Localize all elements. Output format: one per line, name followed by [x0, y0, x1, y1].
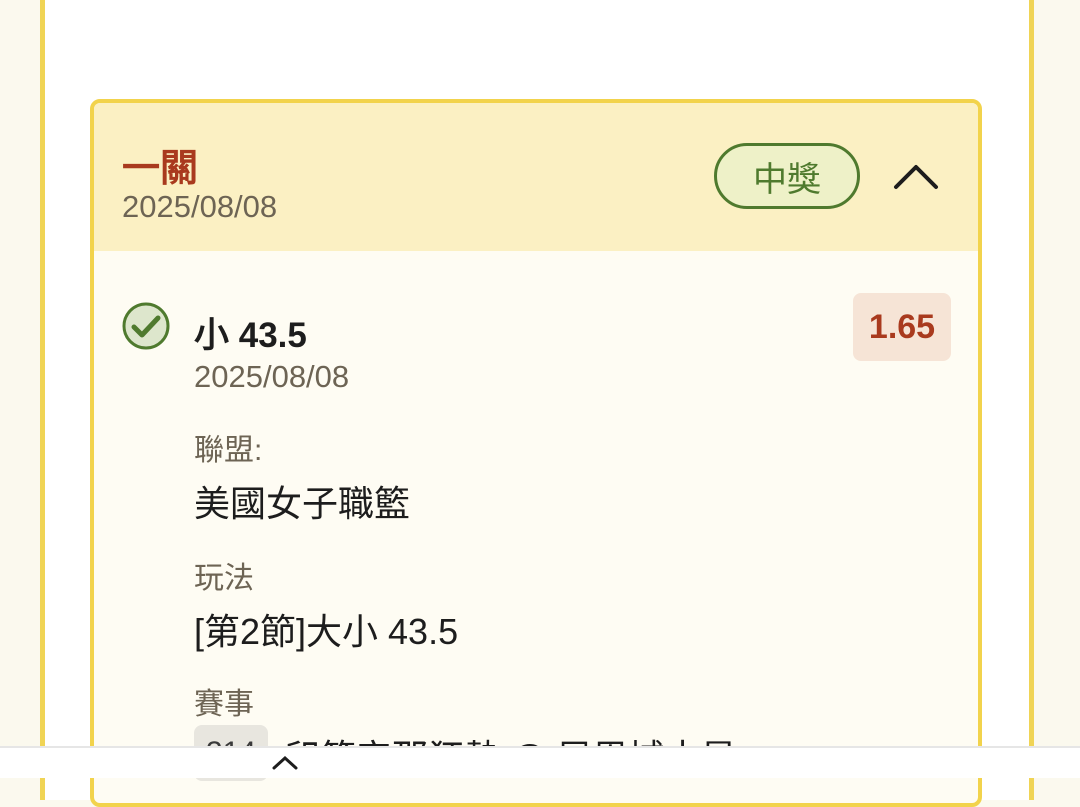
selection-date: 2025/08/08	[194, 359, 350, 394]
bet-card-header[interactable]: 一關 2025/08/08 中獎	[94, 103, 978, 251]
caret-up-icon[interactable]	[270, 754, 300, 770]
status-badge: 中獎	[714, 143, 860, 209]
market-value: [第2節]大小 43.5	[194, 611, 459, 652]
bet-card: 一關 2025/08/08 中獎 小 43.5 2025/08/08 1.65 …	[90, 99, 982, 807]
league-value: 美國女子職籃	[194, 483, 411, 524]
odds-badge: 1.65	[853, 293, 951, 361]
bet-date: 2025/08/08	[122, 189, 278, 224]
bottom-bar	[0, 746, 1080, 778]
match-label: 賽事	[194, 688, 254, 721]
selection-title: 小 43.5	[194, 316, 307, 355]
chevron-up-icon[interactable]	[892, 151, 940, 199]
bet-type-title: 一關	[122, 148, 199, 190]
check-circle-icon	[122, 302, 170, 350]
league-label: 聯盟:	[194, 434, 263, 467]
market-label: 玩法	[194, 562, 254, 595]
